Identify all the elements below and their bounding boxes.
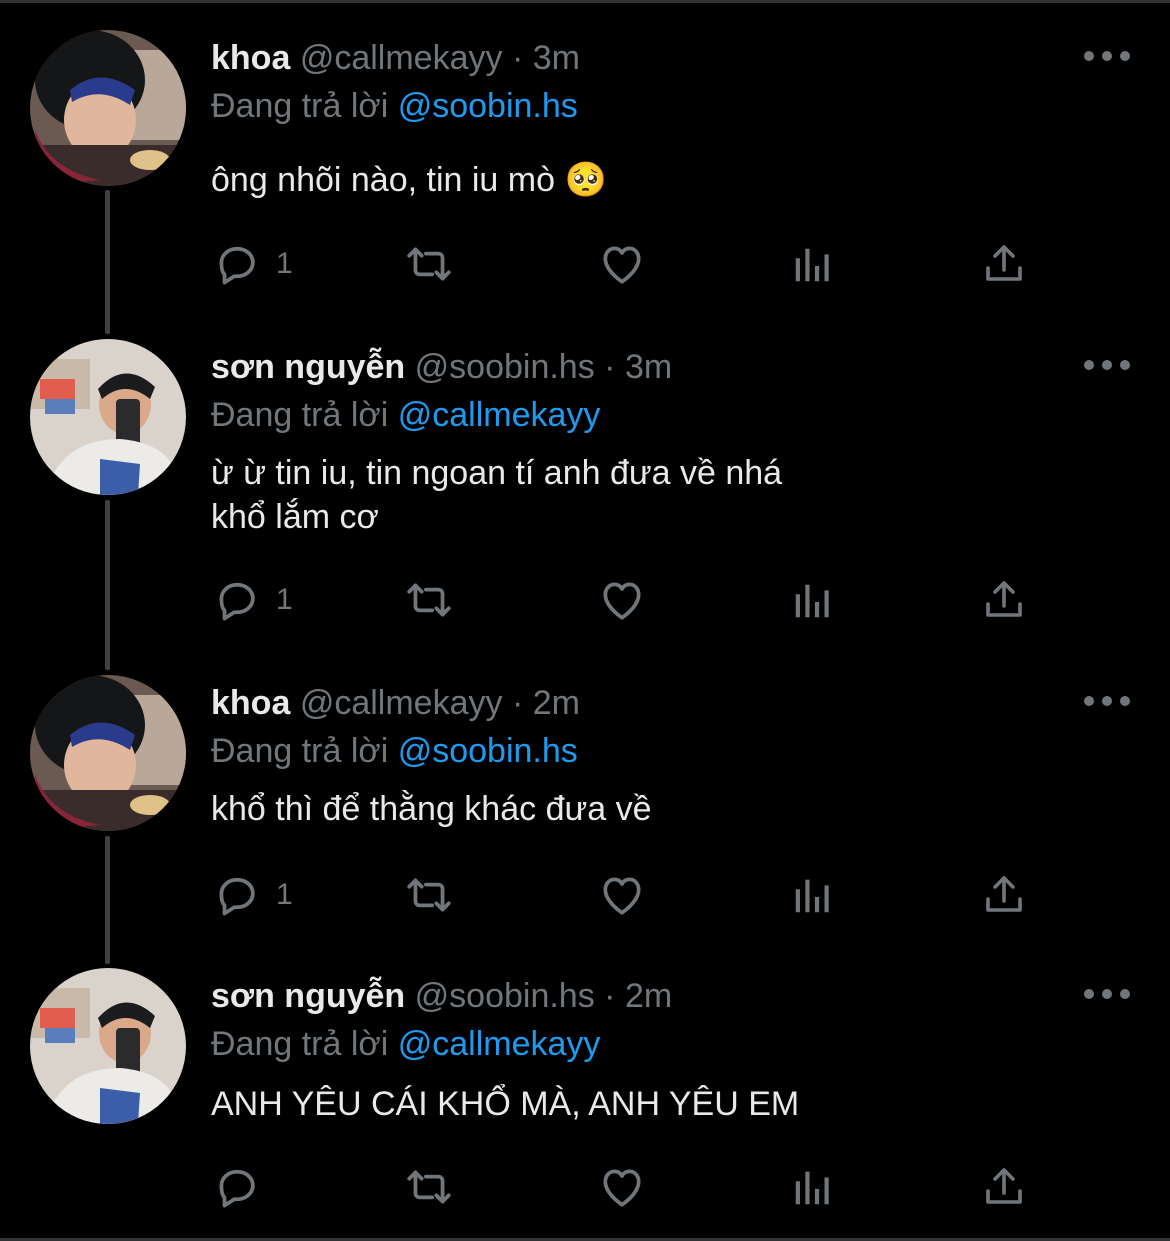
action-bar (0, 1159, 1170, 1215)
like-icon (603, 582, 641, 620)
user-handle[interactable]: @callmekayy (300, 39, 503, 77)
retweet-button[interactable] (402, 1159, 456, 1215)
avatar[interactable] (30, 339, 186, 495)
more-icon[interactable] (1084, 693, 1130, 709)
share-icon (986, 245, 1022, 281)
views-icon (795, 1171, 829, 1205)
retweet-button[interactable] (402, 572, 456, 628)
separator-dot: · (511, 684, 524, 722)
replying-to: Đang trả lời @soobin.hs (211, 86, 578, 126)
views-icon (795, 879, 829, 913)
avatar[interactable] (30, 968, 186, 1124)
replying-prefix: Đang trả lời (211, 87, 389, 125)
replying-to: Đang trả lời @callmekayy (211, 395, 600, 435)
tweet[interactable]: sơn nguyễn @soobin.hs · 2m Đang trả lời … (0, 968, 1170, 1228)
views-button[interactable] (790, 867, 836, 923)
reply-button[interactable]: 1 (212, 572, 293, 628)
reply-button[interactable] (212, 1159, 276, 1215)
timestamp[interactable]: 2m (625, 977, 672, 1015)
tweet[interactable]: khoa @callmekayy · 3m Đang trả lời @soob… (0, 30, 1170, 300)
separator-dot: · (604, 977, 616, 1015)
views-icon (795, 584, 829, 618)
retweet-icon (407, 878, 451, 912)
views-icon (795, 248, 829, 282)
separator-dot: · (604, 348, 616, 386)
views-button[interactable] (790, 236, 836, 292)
replying-to: Đang trả lời @callmekayy (211, 1024, 600, 1064)
avatar[interactable] (30, 30, 186, 186)
share-icon (986, 876, 1022, 912)
reply-icon (219, 877, 255, 916)
share-button[interactable] (980, 867, 1028, 923)
display-name[interactable]: sơn nguyễn (211, 977, 405, 1015)
action-bar: 1 (0, 572, 1170, 628)
share-icon (986, 581, 1022, 617)
reply-icon (219, 582, 255, 621)
like-button[interactable] (597, 572, 647, 628)
replying-to: Đang trả lời @soobin.hs (211, 731, 578, 771)
tweet[interactable]: khoa @callmekayy · 2m Đang trả lời @soob… (0, 675, 1170, 945)
mention-link[interactable]: @callmekayy (398, 1025, 601, 1063)
like-button[interactable] (597, 1159, 647, 1215)
retweet-button[interactable] (402, 236, 456, 292)
views-button[interactable] (790, 1159, 836, 1215)
retweet-icon (407, 1170, 451, 1204)
reply-count: 1 (276, 247, 293, 280)
tweet-text: khổ thì để thằng khác đưa về (211, 790, 652, 828)
user-handle[interactable]: @soobin.hs (415, 348, 595, 386)
mention-link[interactable]: @soobin.hs (398, 732, 578, 770)
timestamp[interactable]: 2m (533, 684, 580, 722)
tweet-header: sơn nguyễn @soobin.hs · 2m (211, 976, 672, 1016)
tweet[interactable]: sơn nguyễn @soobin.hs · 3m Đang trả lời … (0, 339, 1170, 639)
reply-icon (219, 1169, 255, 1208)
share-button[interactable] (980, 1159, 1028, 1215)
like-icon (603, 877, 641, 915)
share-button[interactable] (980, 236, 1028, 292)
share-button[interactable] (980, 572, 1028, 628)
top-divider (0, 0, 1170, 3)
reply-count: 1 (276, 878, 293, 911)
replying-prefix: Đang trả lời (211, 396, 389, 434)
replying-prefix: Đang trả lời (211, 1025, 389, 1063)
reply-button[interactable]: 1 (212, 236, 293, 292)
user-handle[interactable]: @soobin.hs (415, 977, 595, 1015)
tweet-text: ông nhõi nào, tin iu mò 🥺 (211, 161, 607, 199)
tweet-text: ừ ừ tin iu, tin ngoan tí anh đưa về nhá … (211, 454, 783, 536)
avatar[interactable] (30, 675, 186, 831)
timestamp[interactable]: 3m (533, 39, 580, 77)
mention-link[interactable]: @callmekayy (398, 396, 601, 434)
display-name[interactable]: sơn nguyễn (211, 348, 405, 386)
reply-count: 1 (276, 583, 293, 616)
like-button[interactable] (597, 236, 647, 292)
tweet-text: ANH YÊU CÁI KHỔ MÀ, ANH YÊU EM (211, 1085, 800, 1123)
like-icon (603, 246, 641, 284)
tweet-header: khoa @callmekayy · 2m (211, 683, 580, 723)
timestamp[interactable]: 3m (625, 348, 672, 386)
reply-button[interactable]: 1 (212, 867, 293, 923)
tweet-header: sơn nguyễn @soobin.hs · 3m (211, 347, 672, 387)
tweet-header: khoa @callmekayy · 3m (211, 38, 580, 78)
action-bar: 1 (0, 867, 1170, 923)
action-bar: 1 (0, 236, 1170, 292)
more-icon[interactable] (1084, 48, 1130, 64)
like-icon (603, 1169, 641, 1207)
like-button[interactable] (597, 867, 647, 923)
retweet-button[interactable] (402, 867, 456, 923)
share-icon (986, 1168, 1022, 1204)
user-handle[interactable]: @callmekayy (300, 684, 503, 722)
more-icon[interactable] (1084, 357, 1130, 373)
display-name[interactable]: khoa (211, 39, 290, 77)
views-button[interactable] (790, 572, 836, 628)
retweet-icon (407, 583, 451, 617)
reply-icon (219, 246, 255, 285)
replying-prefix: Đang trả lời (211, 732, 389, 770)
mention-link[interactable]: @soobin.hs (398, 87, 578, 125)
retweet-icon (407, 247, 451, 281)
more-icon[interactable] (1084, 986, 1130, 1002)
separator-dot: · (511, 39, 524, 77)
display-name[interactable]: khoa (211, 684, 290, 722)
